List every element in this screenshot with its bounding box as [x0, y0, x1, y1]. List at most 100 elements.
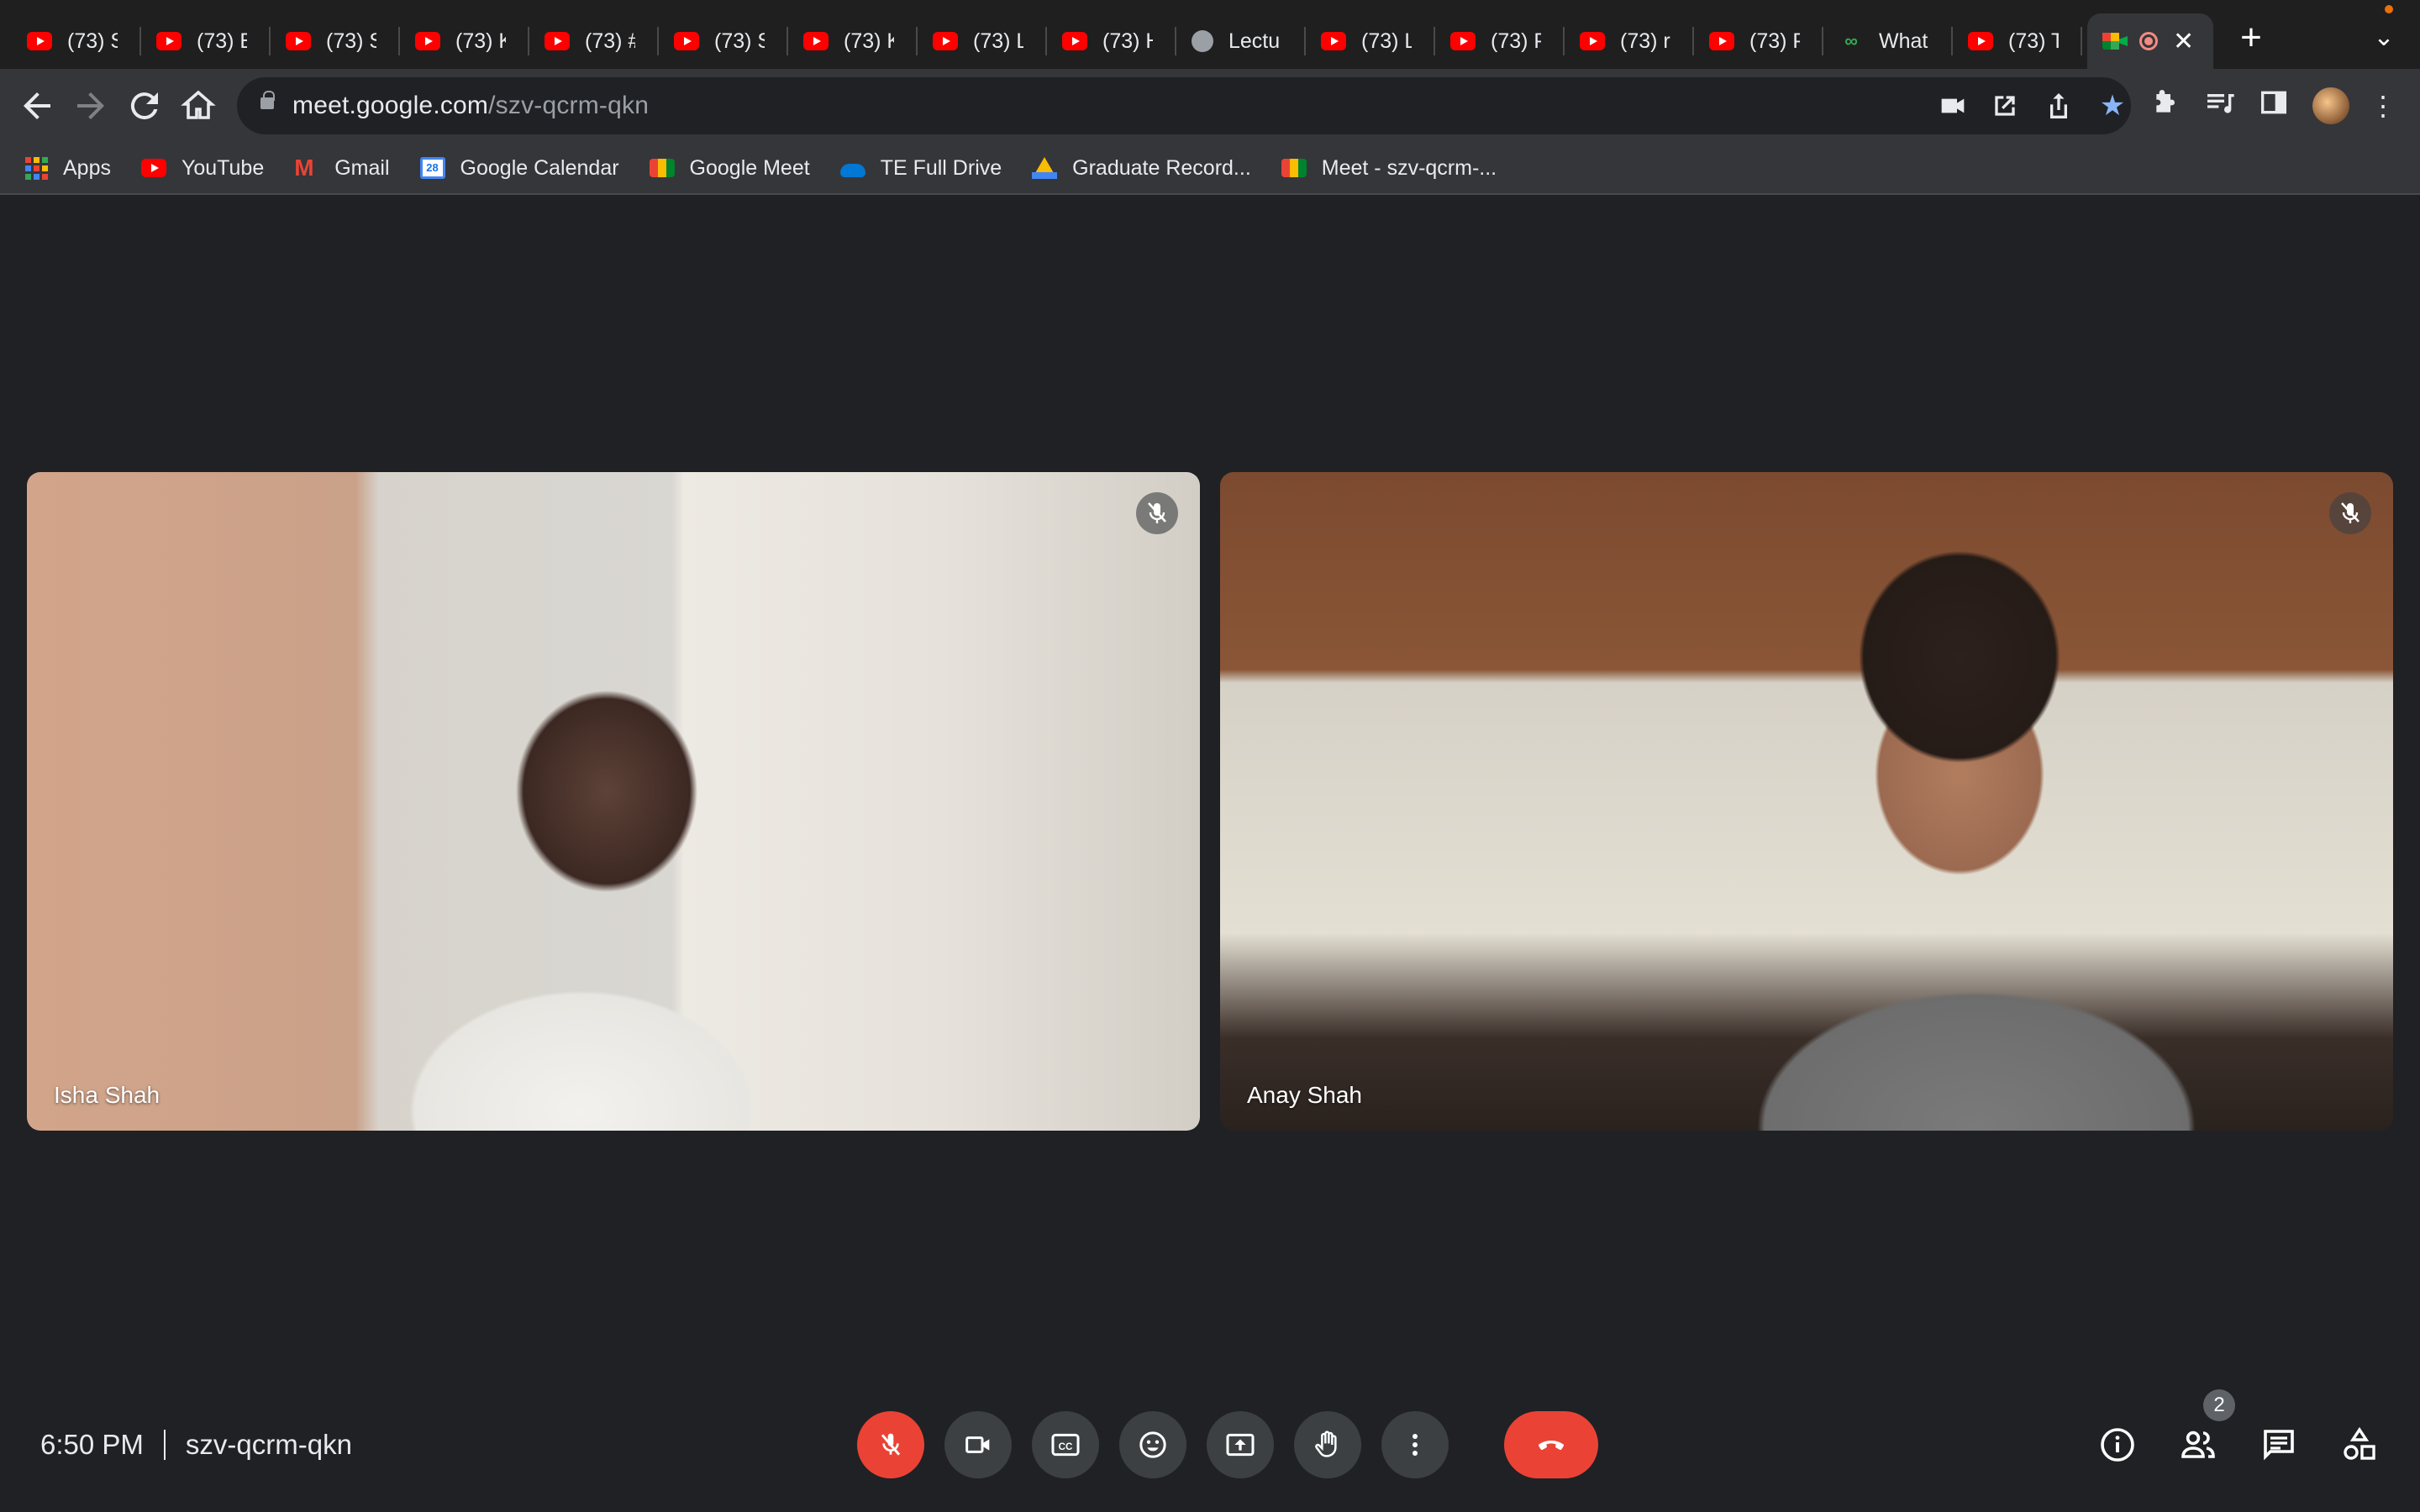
tab-search-chevron-icon[interactable]: ⌄: [2365, 18, 2403, 57]
leave-call-button[interactable]: [1504, 1411, 1598, 1478]
tab-close-icon[interactable]: ✕: [2173, 27, 2194, 56]
captions-button[interactable]: CC: [1032, 1411, 1099, 1478]
tab[interactable]: (73) B: [141, 13, 271, 69]
bookmark-label: Apps: [63, 155, 111, 180]
bookmark-item[interactable]: Google Meet: [649, 156, 810, 181]
emoji-icon: [1139, 1431, 1166, 1458]
present-to-all-icon: [1226, 1433, 1255, 1457]
tab[interactable]: (73) Lo: [918, 13, 1047, 69]
google-meet-icon: [649, 159, 675, 177]
youtube-icon: [140, 159, 166, 177]
url-text[interactable]: meet.google.com/szv-qcrm-qkn: [292, 92, 649, 120]
tab[interactable]: (73) K: [400, 13, 529, 69]
tab-title: (73) K: [455, 29, 506, 53]
more-options-button[interactable]: [1381, 1411, 1449, 1478]
tab[interactable]: (73) S: [271, 13, 400, 69]
present-screen-button[interactable]: [1207, 1411, 1274, 1478]
bookmark-item[interactable]: Meet - szv-qcrm-...: [1281, 156, 1497, 181]
activities-shapes-icon: [2344, 1426, 2375, 1460]
tab[interactable]: (73) ra: [1565, 13, 1694, 69]
participant-tile[interactable]: Anay Shah: [1220, 472, 2393, 1131]
open-in-window-icon[interactable]: [1988, 89, 2022, 123]
youtube-icon: [933, 32, 958, 50]
forward-arrow-icon[interactable]: [71, 86, 111, 126]
closed-captions-icon: CC: [1051, 1433, 1080, 1457]
side-panel-icon[interactable]: [2254, 86, 2294, 126]
tab-title: (73) K: [844, 29, 894, 53]
tab-title: (73) Lo: [973, 29, 1023, 53]
bookmark-star-icon[interactable]: ★: [2096, 89, 2129, 123]
browser-toolbar: meet.google.com/szv-qcrm-qkn ★ ⋮: [0, 69, 2420, 143]
info-icon: [2101, 1428, 2134, 1462]
tab[interactable]: (73) Pr: [1435, 13, 1565, 69]
hand-icon: [1315, 1431, 1337, 1457]
youtube-icon: [1321, 32, 1346, 50]
tab[interactable]: (73) Po: [1694, 13, 1823, 69]
reactions-button[interactable]: [1119, 1411, 1186, 1478]
call-end-icon: [1539, 1441, 1564, 1450]
tab-title: Lectur: [1228, 29, 1279, 53]
show-everyone-button[interactable]: [2178, 1425, 2218, 1465]
share-icon[interactable]: [2042, 89, 2075, 123]
tab[interactable]: (73) Lo: [1306, 13, 1435, 69]
microphone-toggle-button[interactable]: [857, 1411, 924, 1478]
call-controls: CC: [857, 1411, 1598, 1478]
tab-title: (73) Lo: [1361, 29, 1412, 53]
participant-tile[interactable]: Isha Shah: [27, 472, 1200, 1131]
bookmark-item[interactable]: M Gmail: [294, 156, 389, 181]
tab[interactable]: Lectur: [1176, 13, 1306, 69]
browser-menu-icon[interactable]: ⋮: [2363, 86, 2403, 126]
browser-tab-strip: (73) Sp (73) B (73) S (73) K (73) # (73) S (73…: [0, 0, 2420, 69]
address-bar[interactable]: meet.google.com/szv-qcrm-qkn ★: [237, 77, 2131, 134]
bookmark-item[interactable]: 28 Google Calendar: [419, 155, 619, 181]
tab[interactable]: ∞ What i: [1823, 13, 1953, 69]
tab[interactable]: (73) S: [659, 13, 788, 69]
gmail-icon: M: [294, 155, 314, 181]
media-controls-icon[interactable]: [2200, 86, 2240, 126]
tab[interactable]: (73) K: [788, 13, 918, 69]
google-calendar-icon: 28: [419, 157, 445, 179]
bookmark-label: Google Calendar: [460, 155, 619, 180]
meeting-details-button[interactable]: [2097, 1425, 2138, 1465]
bookmark-item[interactable]: Apps: [25, 156, 111, 181]
window-status-dot: [2385, 5, 2393, 13]
new-tab-button[interactable]: +: [2232, 18, 2270, 57]
youtube-icon: [544, 32, 570, 50]
chat-button[interactable]: [2259, 1425, 2299, 1465]
tab[interactable]: (73) Sp: [12, 13, 141, 69]
mic-muted-icon: [1136, 492, 1178, 534]
bookmark-item[interactable]: TE Full Drive: [839, 156, 1002, 181]
tab-title: (73) Sp: [67, 29, 118, 53]
extensions-puzzle-icon[interactable]: [2146, 86, 2186, 126]
youtube-icon: [674, 32, 699, 50]
youtube-icon: [1709, 32, 1734, 50]
tab[interactable]: (73) Th: [1953, 13, 2082, 69]
tab-title: (73) #: [585, 29, 635, 53]
tab-google-meet-active[interactable]: ✕: [2087, 13, 2213, 69]
camera-in-use-icon[interactable]: [1936, 89, 1970, 123]
chat-icon: [2264, 1430, 2294, 1461]
youtube-icon: [1062, 32, 1087, 50]
recording-indicator-icon: [2139, 32, 2158, 50]
youtube-icon: [415, 32, 440, 50]
bookmark-item[interactable]: YouTube: [140, 156, 264, 181]
mic-off-icon: [881, 1433, 901, 1456]
profile-avatar[interactable]: [2312, 87, 2349, 124]
raise-hand-button[interactable]: [1294, 1411, 1361, 1478]
tab[interactable]: (73) #: [529, 13, 659, 69]
tab[interactable]: (73) H: [1047, 13, 1176, 69]
home-icon[interactable]: [178, 86, 218, 126]
back-arrow-icon[interactable]: [17, 86, 57, 126]
youtube-icon: [27, 32, 52, 50]
bookmark-label: Graduate Record...: [1072, 155, 1251, 180]
reload-icon[interactable]: [124, 86, 165, 126]
bookmark-label: Meet - szv-qcrm-...: [1321, 155, 1497, 180]
activities-button[interactable]: [2339, 1425, 2380, 1465]
participant-name: Isha Shah: [54, 1082, 160, 1108]
lock-icon[interactable]: [260, 91, 275, 109]
tab-list: (73) Sp (73) B (73) S (73) K (73) # (73) S (73…: [12, 13, 2213, 69]
bookmark-item[interactable]: Graduate Record...: [1032, 156, 1251, 181]
tab-title: What i: [1879, 29, 1929, 53]
camera-toggle-button[interactable]: [944, 1411, 1012, 1478]
tab-title: (73) Th: [2008, 29, 2059, 53]
